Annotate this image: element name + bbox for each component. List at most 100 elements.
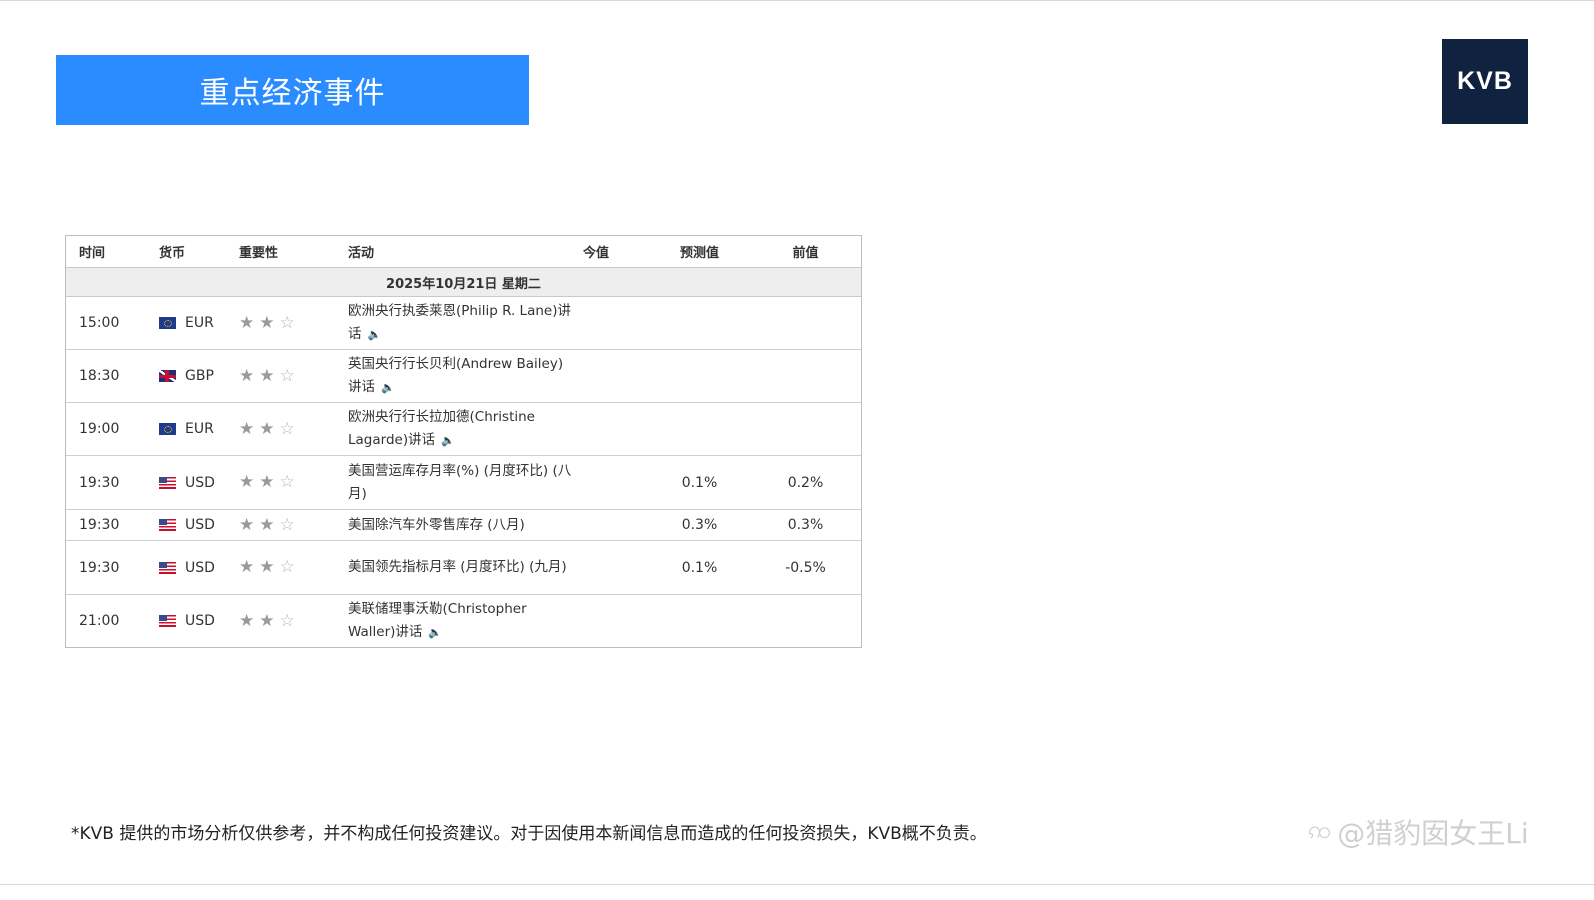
header-previous: 前值	[792, 246, 819, 261]
header-event: 活动	[348, 246, 375, 261]
star-filled-icon: ★	[239, 418, 255, 439]
weibo-logo-icon: ꩡ	[1308, 816, 1332, 844]
currency-code: EUR	[185, 421, 214, 437]
event-title[interactable]: 美国领先指标月率 (月度环比) (九月)	[348, 559, 567, 575]
row-currency: EUR	[159, 421, 239, 437]
header-importance: 重要性	[239, 246, 279, 261]
row-currency: EUR	[159, 315, 239, 331]
currency-code: USD	[185, 613, 215, 629]
star-filled-icon: ★	[239, 365, 255, 386]
star-empty-icon: ☆	[279, 418, 295, 439]
star-filled-icon: ★	[259, 472, 275, 492]
disclaimer-text: *KVB 提供的市场分析仅供参考，并不构成任何投资建议。对于因使用本新闻信息而造…	[71, 824, 987, 844]
star-empty-icon: ☆	[279, 472, 295, 492]
event-title[interactable]: 美国除汽车外零售库存 (八月)	[348, 517, 525, 533]
row-currency: USD	[159, 517, 239, 533]
star-empty-icon: ☆	[279, 610, 295, 631]
row-event[interactable]: 美国营运库存月率(%) (月度环比) (八月)	[348, 460, 583, 506]
header-currency: 货币	[159, 246, 186, 261]
row-currency: GBP	[159, 368, 239, 384]
eu-flag-icon	[159, 317, 176, 329]
table-header: 时间 货币 重要性 活动 今值 预测值 前值	[66, 236, 861, 268]
speaker-icon[interactable]: 🔈	[428, 621, 442, 644]
event-title[interactable]: 美国营运库存月率(%) (月度环比) (八月)	[348, 463, 571, 502]
gb-flag-icon	[159, 370, 176, 382]
row-event[interactable]: 美国领先指标月率 (月度环比) (九月)	[348, 556, 583, 579]
star-filled-icon: ★	[259, 418, 275, 439]
row-time: 18:30	[79, 368, 120, 384]
header-actual: 今值	[583, 246, 610, 261]
row-time: 15:00	[79, 315, 120, 331]
us-flag-icon	[159, 561, 176, 574]
logo-text: KVB	[1457, 67, 1513, 95]
table-row[interactable]: 15:00 EUR ★ ★ ☆ 欧洲央行执委莱恩(Philip R. Lane)讲话 🔈	[66, 297, 861, 350]
currency-code: GBP	[185, 368, 214, 384]
header-forecast: 预测值	[679, 246, 719, 261]
eu-flag-icon	[159, 423, 176, 435]
row-time: 19:00	[79, 421, 120, 437]
row-currency: USD	[159, 613, 239, 629]
speaker-icon[interactable]: 🔈	[381, 376, 395, 399]
star-empty-icon: ☆	[279, 557, 295, 577]
table-row[interactable]: 21:00 USD ★ ★ ☆ 美联储理事沃勒(Christopher Waller)讲话…	[66, 595, 861, 647]
table-row[interactable]: 18:30 GBP ★ ★ ☆ 英国央行行长贝利(Andrew Bailey)讲话 🔈	[66, 350, 861, 403]
row-time: 21:00	[79, 613, 120, 629]
us-flag-icon	[159, 476, 176, 489]
star-filled-icon: ★	[239, 472, 255, 492]
table-row[interactable]: 19:30 USD ★ ★ ☆ 美国营运库存月率(%) (月度环比) (八月) 0.1% 0.…	[66, 456, 861, 510]
row-time: 19:30	[79, 559, 120, 576]
currency-code: USD	[185, 474, 215, 491]
row-previous: 0.2%	[787, 474, 824, 491]
page-title: 重点经济事件	[199, 76, 386, 111]
top-divider	[0, 0, 1594, 1]
row-previous: 0.3%	[787, 517, 824, 533]
star-filled-icon: ★	[239, 557, 255, 577]
currency-code: USD	[185, 559, 215, 576]
table-row[interactable]: 19:30 USD ★ ★ ☆ 美国领先指标月率 (月度环比) (九月) 0.1% -0.5%	[66, 541, 861, 595]
watermark-text: @猎豹囡女王Li	[1337, 817, 1529, 850]
page-title-banner: 重点经济事件	[56, 55, 529, 125]
star-filled-icon: ★	[259, 557, 275, 577]
table-body: 15:00 EUR ★ ★ ☆ 欧洲央行执委莱恩(Philip R. Lane)讲话 🔈 18…	[66, 297, 861, 647]
row-importance: ★ ★ ☆	[239, 514, 348, 535]
row-event[interactable]: 美联储理事沃勒(Christopher Waller)讲话 🔈	[348, 598, 583, 644]
header-time: 时间	[79, 246, 106, 261]
star-filled-icon: ★	[239, 312, 255, 333]
row-event[interactable]: 美国除汽车外零售库存 (八月)	[348, 514, 583, 537]
row-time: 19:30	[79, 474, 120, 491]
date-row: 2025年10月21日 星期二	[66, 268, 861, 297]
us-flag-icon	[159, 615, 176, 627]
row-currency: USD	[159, 560, 239, 576]
row-event[interactable]: 欧洲央行执委莱恩(Philip R. Lane)讲话 🔈	[348, 300, 583, 346]
star-empty-icon: ☆	[279, 514, 295, 535]
row-event[interactable]: 欧洲央行行长拉加德(Christine Lagarde)讲话 🔈	[348, 406, 583, 452]
row-forecast: 0.1%	[681, 474, 718, 491]
bottom-divider	[0, 884, 1594, 885]
row-previous: -0.5%	[785, 559, 826, 576]
row-importance: ★ ★ ☆	[239, 418, 348, 439]
table-row[interactable]: 19:30 USD ★ ★ ☆ 美国除汽车外零售库存 (八月) 0.3% 0.3%	[66, 510, 861, 541]
row-importance: ★ ★ ☆	[239, 474, 348, 491]
speaker-icon[interactable]: 🔈	[441, 429, 455, 452]
event-title[interactable]: 欧洲央行执委莱恩(Philip R. Lane)讲话	[348, 303, 571, 342]
row-importance: ★ ★ ☆	[239, 610, 348, 631]
star-filled-icon: ★	[259, 610, 275, 631]
row-importance: ★ ★ ☆	[239, 312, 348, 333]
currency-code: USD	[185, 517, 215, 533]
star-filled-icon: ★	[239, 514, 255, 535]
star-filled-icon: ★	[239, 610, 255, 631]
us-flag-icon	[159, 519, 176, 531]
star-filled-icon: ★	[259, 312, 275, 333]
star-filled-icon: ★	[259, 514, 275, 535]
watermark: ꩡ @猎豹囡女王Li	[1308, 812, 1529, 852]
currency-code: EUR	[185, 315, 214, 331]
row-forecast: 0.3%	[681, 517, 718, 533]
row-event[interactable]: 英国央行行长贝利(Andrew Bailey)讲话 🔈	[348, 353, 583, 399]
speaker-icon[interactable]: 🔈	[368, 323, 382, 346]
row-forecast: 0.1%	[681, 559, 718, 576]
row-time: 19:30	[79, 517, 120, 533]
star-empty-icon: ☆	[279, 312, 295, 333]
row-importance: ★ ★ ☆	[239, 365, 348, 386]
row-currency: USD	[159, 475, 239, 491]
table-row[interactable]: 19:00 EUR ★ ★ ☆ 欧洲央行行长拉加德(Christine Lagarde)讲…	[66, 403, 861, 456]
